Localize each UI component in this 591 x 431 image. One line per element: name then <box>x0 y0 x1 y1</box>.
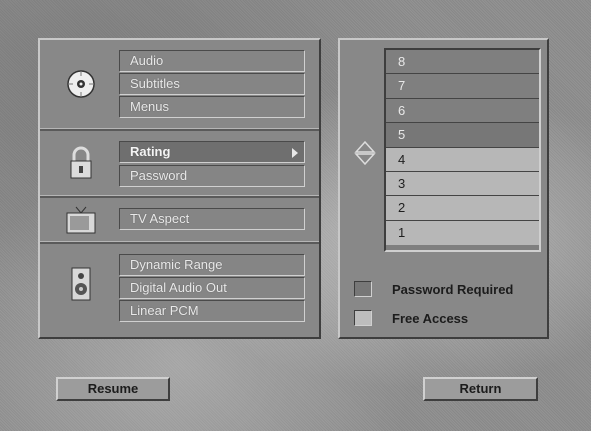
rating-level-8[interactable]: 8 <box>386 50 539 75</box>
menu-item-tv-aspect[interactable]: TV Aspect <box>119 208 305 230</box>
display-group: TV Aspect <box>40 198 319 240</box>
rating-level-4[interactable]: 4 <box>386 147 539 172</box>
security-group: Rating Password <box>40 131 319 195</box>
menu-item-linear-pcm[interactable]: Linear PCM <box>119 300 305 322</box>
menu-item-audio[interactable]: Audio <box>119 50 305 72</box>
resume-button[interactable]: Resume <box>56 377 170 401</box>
rating-level-6[interactable]: 6 <box>386 99 539 124</box>
rating-level-2[interactable]: 2 <box>386 196 539 221</box>
menu-item-digital-audio-out[interactable]: Digital Audio Out <box>119 277 305 299</box>
rating-level-7[interactable]: 7 <box>386 74 539 99</box>
padlock-icon <box>58 143 104 183</box>
free-access-label: Free Access <box>392 311 469 326</box>
tv-icon <box>58 200 104 240</box>
password-required-swatch[interactable] <box>354 281 372 297</box>
menu-item-dynamic-range[interactable]: Dynamic Range <box>119 254 305 276</box>
return-button[interactable]: Return <box>423 377 538 401</box>
menu-item-password[interactable]: Password <box>119 165 305 187</box>
menu-item-subtitles[interactable]: Subtitles <box>119 73 305 95</box>
speaker-icon <box>58 264 104 304</box>
rating-level-5[interactable]: 5 <box>386 123 539 148</box>
rating-level-1[interactable]: 1 <box>386 220 539 246</box>
settings-menu-panel: Audio Subtitles Menus Rating Password TV… <box>38 38 321 339</box>
chevron-right-icon <box>292 148 298 158</box>
rating-level-3[interactable]: 3 <box>386 171 539 197</box>
free-access-swatch[interactable] <box>354 310 372 326</box>
menu-item-rating[interactable]: Rating <box>119 141 305 163</box>
password-required-label: Password Required <box>392 282 514 297</box>
disc-icon <box>58 64 104 104</box>
sound-group: Dynamic Range Digital Audio Out Linear P… <box>40 244 319 339</box>
menu-item-menus[interactable]: Menus <box>119 96 305 118</box>
up-down-arrows-icon[interactable] <box>354 140 376 171</box>
menu-item-rating-label: Rating <box>130 144 171 159</box>
audio-group: Audio Subtitles Menus <box>40 40 319 130</box>
rating-panel: 8 7 6 5 4 3 2 1 Password Required Free A… <box>338 38 549 339</box>
rating-level-list[interactable]: 8 7 6 5 4 3 2 1 <box>384 48 541 252</box>
